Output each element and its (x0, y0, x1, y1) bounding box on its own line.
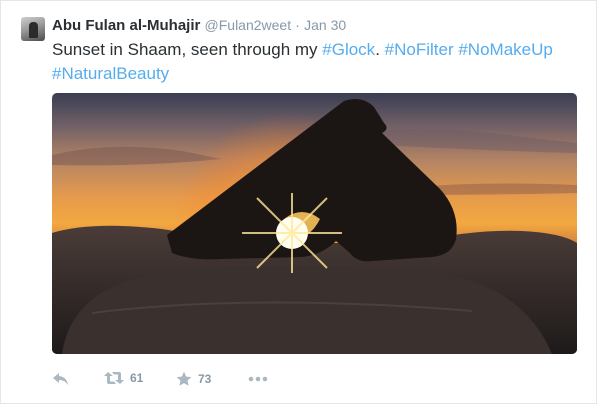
author-fullname[interactable]: Abu Fulan al-Muhajir (52, 17, 200, 34)
author-username[interactable]: @Fulan2weet (205, 17, 292, 33)
hashtag-naturalbeauty[interactable]: #NaturalBeauty (52, 64, 169, 83)
tweet-header: Abu Fulan al-Muhajir @Fulan2weet · Jan 3… (52, 16, 346, 35)
avatar[interactable] (21, 17, 45, 41)
tweet-actions: 61 73 (52, 371, 572, 393)
retweet-count: 61 (130, 371, 144, 385)
photo-scene (52, 99, 577, 354)
hashtag-glock[interactable]: #Glock (322, 40, 375, 59)
reply-button[interactable] (52, 371, 70, 387)
header-separator: · (295, 17, 300, 33)
tweet-text: Sunset in Shaam, seen through my #Glock.… (52, 40, 553, 83)
tweet-timestamp[interactable]: Jan 30 (304, 17, 346, 33)
more-button[interactable] (248, 376, 268, 382)
favorite-count: 73 (198, 372, 212, 386)
avatar-figure (29, 22, 38, 38)
tweet-photo[interactable] (52, 93, 577, 354)
tweet-text-plain: Sunset in Shaam, seen through my (52, 40, 323, 59)
retweet-icon (104, 372, 124, 384)
retweet-button[interactable]: 61 (104, 371, 143, 385)
reply-icon (53, 373, 68, 385)
hashtag-nofilter[interactable]: #NoFilter (385, 40, 454, 59)
star-icon (176, 371, 192, 386)
more-dots-icon (248, 376, 268, 382)
favorite-button[interactable]: 73 (176, 371, 211, 387)
hashtag-nomakeup[interactable]: #NoMakeUp (458, 40, 553, 59)
tweet-card[interactable]: Abu Fulan al-Muhajir @Fulan2weet · Jan 3… (0, 0, 597, 404)
